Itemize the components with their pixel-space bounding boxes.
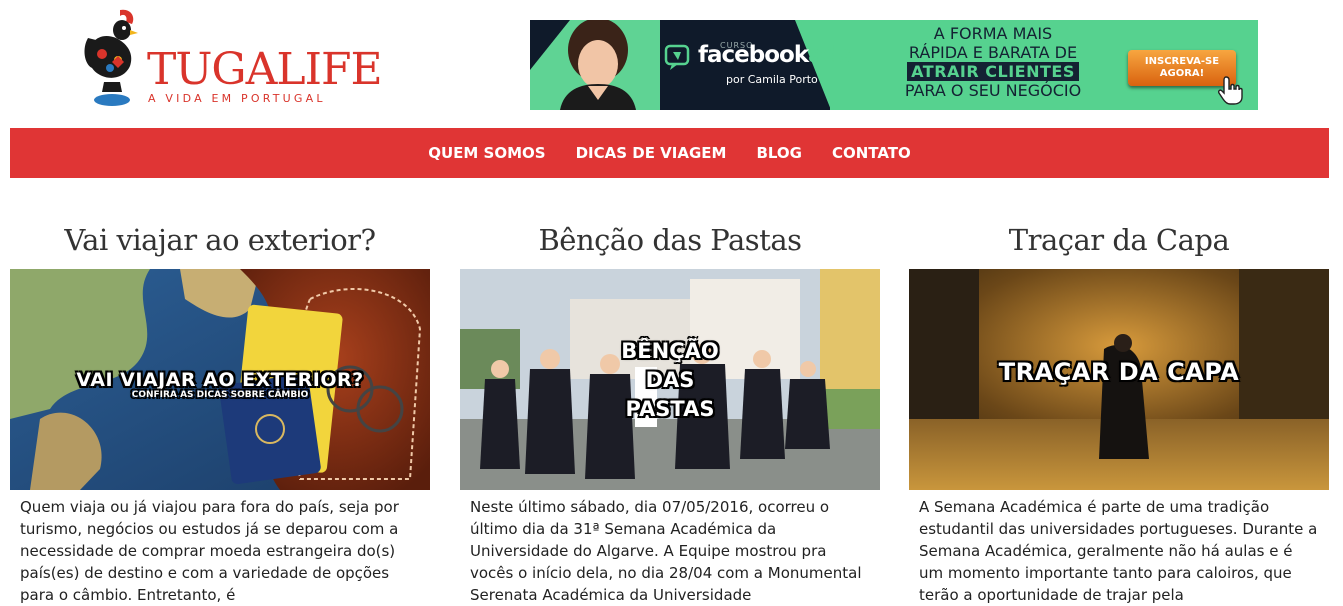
post-image-title-line-3: PASTAS <box>625 397 715 421</box>
logo-title: TUGALIFE <box>147 44 383 95</box>
post-excerpt: A Semana Académica é parte de uma tradiç… <box>919 498 1318 604</box>
banner-author: por Camila Porto <box>726 73 818 86</box>
logo-subtitle: A VIDA EM PORTUGAL <box>148 92 326 105</box>
post-excerpt: Neste último sábado, dia 07/05/2016, oco… <box>470 498 862 604</box>
rooster-icon <box>84 9 138 106</box>
nav-item-contato[interactable]: CONTATO <box>832 144 911 162</box>
post-image-title: VAI VIAJAR AO EXTERIOR? <box>76 369 364 391</box>
banner-brand: facebookads <box>698 42 852 68</box>
post-thumbnail[interactable]: VAI VIAJAR AO EXTERIOR? CONFIRA AS DICAS… <box>10 269 430 490</box>
banner-tagline: A FORMA MAIS RÁPIDA E BARATA DE ATRAIR C… <box>858 24 1128 100</box>
post-title[interactable]: Traçar da Capa <box>909 220 1329 264</box>
facebook-ads-icon <box>664 44 690 70</box>
banner-line-1: A FORMA MAIS <box>933 24 1053 43</box>
post-excerpt: Quem viaja ou já viajou para fora do paí… <box>20 498 399 604</box>
nav-item-dicas-de-viagem[interactable]: DICAS DE VIAGEM <box>576 144 727 162</box>
banner-line-2: RÁPIDA E BARATA DE <box>908 43 1078 62</box>
post-card: Bênção das Pastas BÊNÇÃO DAS PASTAS Nest… <box>460 220 880 604</box>
post-card: Vai viajar ao exterior? VAI VIAJAR AO EX… <box>10 220 430 604</box>
banner-brand-ads: ads <box>808 42 852 68</box>
post-image-title: TRAÇAR DA CAPA <box>998 358 1240 386</box>
site-logo[interactable]: TUGALIFE A VIDA EM PORTUGAL <box>82 8 383 108</box>
post-image-title-line-1: BÊNÇÃO <box>621 339 719 363</box>
banner-highlight: ATRAIR CLIENTES <box>907 62 1079 81</box>
post-image-subtitle: CONFIRA AS DICAS SOBRE CÂMBIO <box>131 390 309 400</box>
hand-cursor-icon <box>1218 76 1243 105</box>
post-title[interactable]: Vai viajar ao exterior? <box>10 220 430 264</box>
post-title[interactable]: Bênção das Pastas <box>460 220 880 264</box>
main-nav: QUEM SOMOS DICAS DE VIAGEM BLOG CONTATO <box>10 128 1329 178</box>
ad-banner[interactable]: CURSO facebookads por Camila Porto A FOR… <box>530 20 1258 110</box>
presenter-photo <box>530 20 660 110</box>
banner-brand-facebook: facebook <box>698 42 809 68</box>
nav-item-blog[interactable]: BLOG <box>756 144 802 162</box>
post-image-title-line-2: DAS <box>645 368 695 392</box>
banner-cta-line-1: INSCREVA-SE <box>1144 56 1220 67</box>
banner-line-4: PARA O SEU NEGÓCIO <box>904 81 1082 100</box>
nav-item-quem-somos[interactable]: QUEM SOMOS <box>428 144 545 162</box>
post-thumbnail[interactable]: TRAÇAR DA CAPA <box>909 269 1329 490</box>
post-card: Traçar da Capa TRAÇAR DA CAPA A Semana A… <box>909 220 1329 604</box>
post-thumbnail[interactable]: BÊNÇÃO DAS PASTAS <box>460 269 880 490</box>
